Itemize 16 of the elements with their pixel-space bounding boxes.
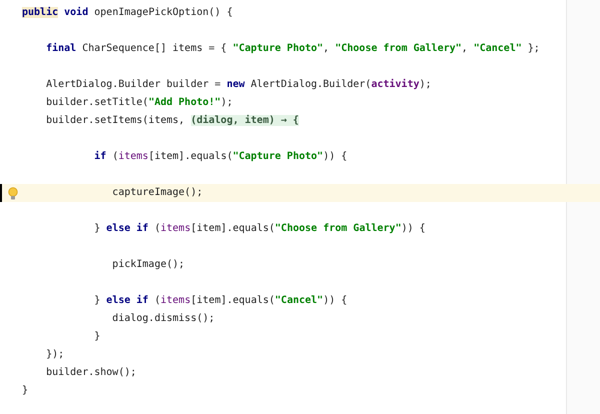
code-line: AlertDialog.Builder builder = new AlertDialog.Builder(activity);: [45, 78, 432, 92]
code-line: public void openImagePickOption() {: [22, 6, 233, 20]
code-line: builder.setTitle("Add Photo!");: [45, 96, 233, 110]
code-line: }: [22, 384, 28, 398]
code-line: final CharSequence[] items = { "Capture Photo", "Choose from Gallery", "Cancel" };: [45, 42, 540, 56]
code-line: dialog.dismiss();: [111, 312, 215, 326]
code-line: } else if (items[item].equals("Cancel")) {: [93, 294, 348, 308]
code-line: }: [93, 330, 100, 344]
code-line: } else if (items[item].equals("Choose from Gallery")) {: [93, 222, 426, 236]
code-line: builder.show();: [45, 366, 136, 380]
code-line: if (items[item].equals("Capture Photo")) {: [93, 150, 348, 164]
code-line: captureImage();: [111, 186, 203, 200]
code-line: builder.setItems(items, (dialog, item) → {: [45, 114, 299, 128]
lightbulb-icon[interactable]: [8, 186, 18, 200]
code-line: });: [45, 348, 64, 362]
code-line: pickImage();: [111, 258, 185, 272]
